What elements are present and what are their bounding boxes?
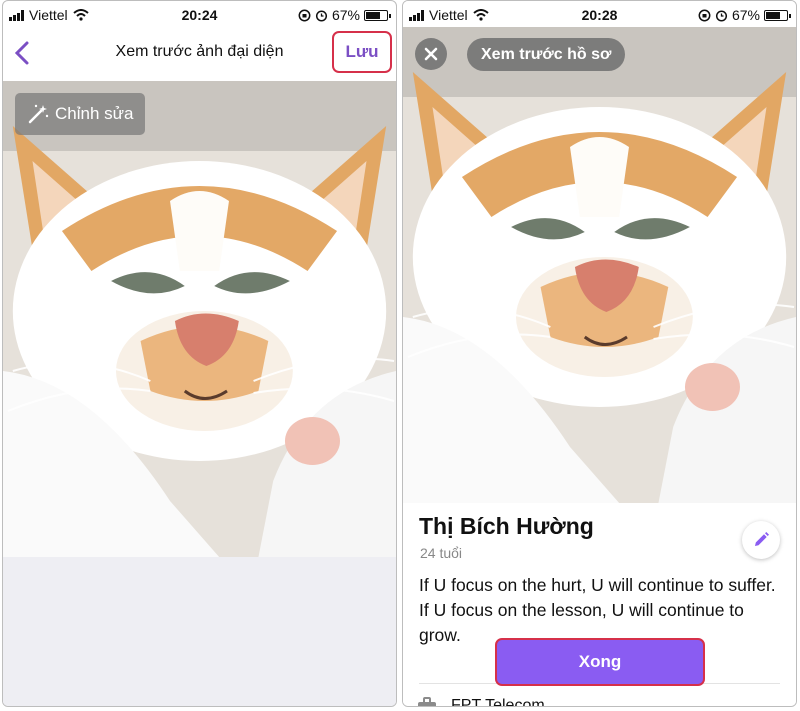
alarm-icon xyxy=(715,9,728,22)
empty-area xyxy=(3,557,396,706)
avatar-preview-screen: Viettel 20:24 67% Xem trước ảnh đại diện… xyxy=(2,0,397,707)
profile-age: 24 tuổi xyxy=(420,545,463,561)
alarm-icon xyxy=(315,9,328,22)
battery-percent: 67% xyxy=(731,7,760,23)
battery-icon xyxy=(364,9,391,21)
orientation-lock-icon xyxy=(698,9,711,21)
profile-preview-screen: Viettel 20:28 67% Xem trước hồ sơ Thị Bí… xyxy=(402,0,797,707)
orientation-lock-icon xyxy=(298,9,311,21)
close-icon xyxy=(424,47,438,61)
done-button[interactable]: Xong xyxy=(495,638,705,686)
edit-profile-button[interactable] xyxy=(742,521,780,559)
battery-icon xyxy=(764,9,791,21)
avatar-photo xyxy=(3,81,396,557)
work-row: FPT Telecom xyxy=(417,697,545,707)
profile-bio: If U focus on the hurt, U will continue … xyxy=(419,573,784,648)
magic-wand-icon xyxy=(28,104,49,124)
save-button[interactable]: Lưu xyxy=(332,31,392,73)
pencil-icon xyxy=(755,532,769,546)
profile-photo xyxy=(403,27,796,503)
status-bar: Viettel 20:28 67% xyxy=(403,1,796,27)
battery-percent: 67% xyxy=(331,7,360,23)
bio-line: If U focus on the hurt, U will continue … xyxy=(419,575,776,595)
edit-photo-button[interactable]: Chỉnh sửa xyxy=(15,93,146,135)
briefcase-icon xyxy=(418,697,436,706)
work-label: FPT Telecom xyxy=(451,697,545,707)
close-button[interactable] xyxy=(415,38,447,70)
edit-label: Chỉnh sửa xyxy=(55,104,134,123)
status-bar: Viettel 20:24 67% xyxy=(3,1,396,27)
profile-preview-label: Xem trước hồ sơ xyxy=(467,38,626,71)
nav-bar: Xem trước ảnh đại diện Lưu xyxy=(3,27,396,79)
profile-name: Thị Bích Hường xyxy=(419,513,594,539)
